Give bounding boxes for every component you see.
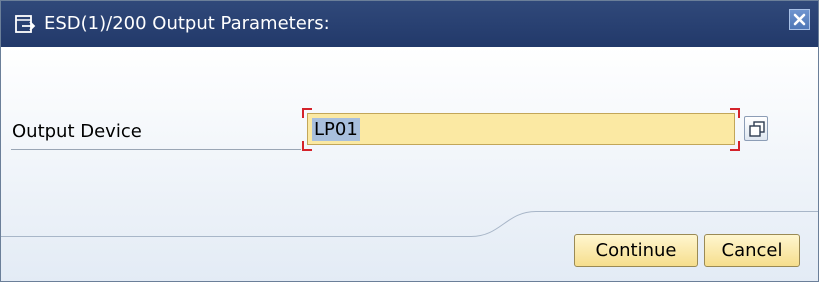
output-device-value[interactable]: LP01 — [312, 118, 360, 141]
value-help-button[interactable] — [744, 116, 768, 141]
dialog-title: ESD(1)/200 Output Parameters: — [44, 13, 330, 34]
dialog-body: Output Device LP01 Continue Cancel — [1, 47, 818, 281]
label-underline — [11, 149, 301, 150]
value-help-icon — [749, 121, 765, 137]
close-icon — [793, 13, 806, 26]
close-button[interactable] — [789, 9, 810, 30]
output-parameters-dialog: ESD(1)/200 Output Parameters: Output Dev… — [0, 0, 819, 282]
output-device-field: LP01 — [302, 108, 740, 151]
output-device-label: Output Device — [12, 121, 142, 142]
dialog-icon — [13, 12, 37, 36]
continue-button[interactable]: Continue — [574, 234, 698, 267]
cancel-button[interactable]: Cancel — [704, 234, 800, 267]
output-device-input[interactable] — [307, 113, 735, 145]
dialog-titlebar[interactable]: ESD(1)/200 Output Parameters: — [1, 1, 818, 47]
footer-separator — [1, 211, 818, 237]
